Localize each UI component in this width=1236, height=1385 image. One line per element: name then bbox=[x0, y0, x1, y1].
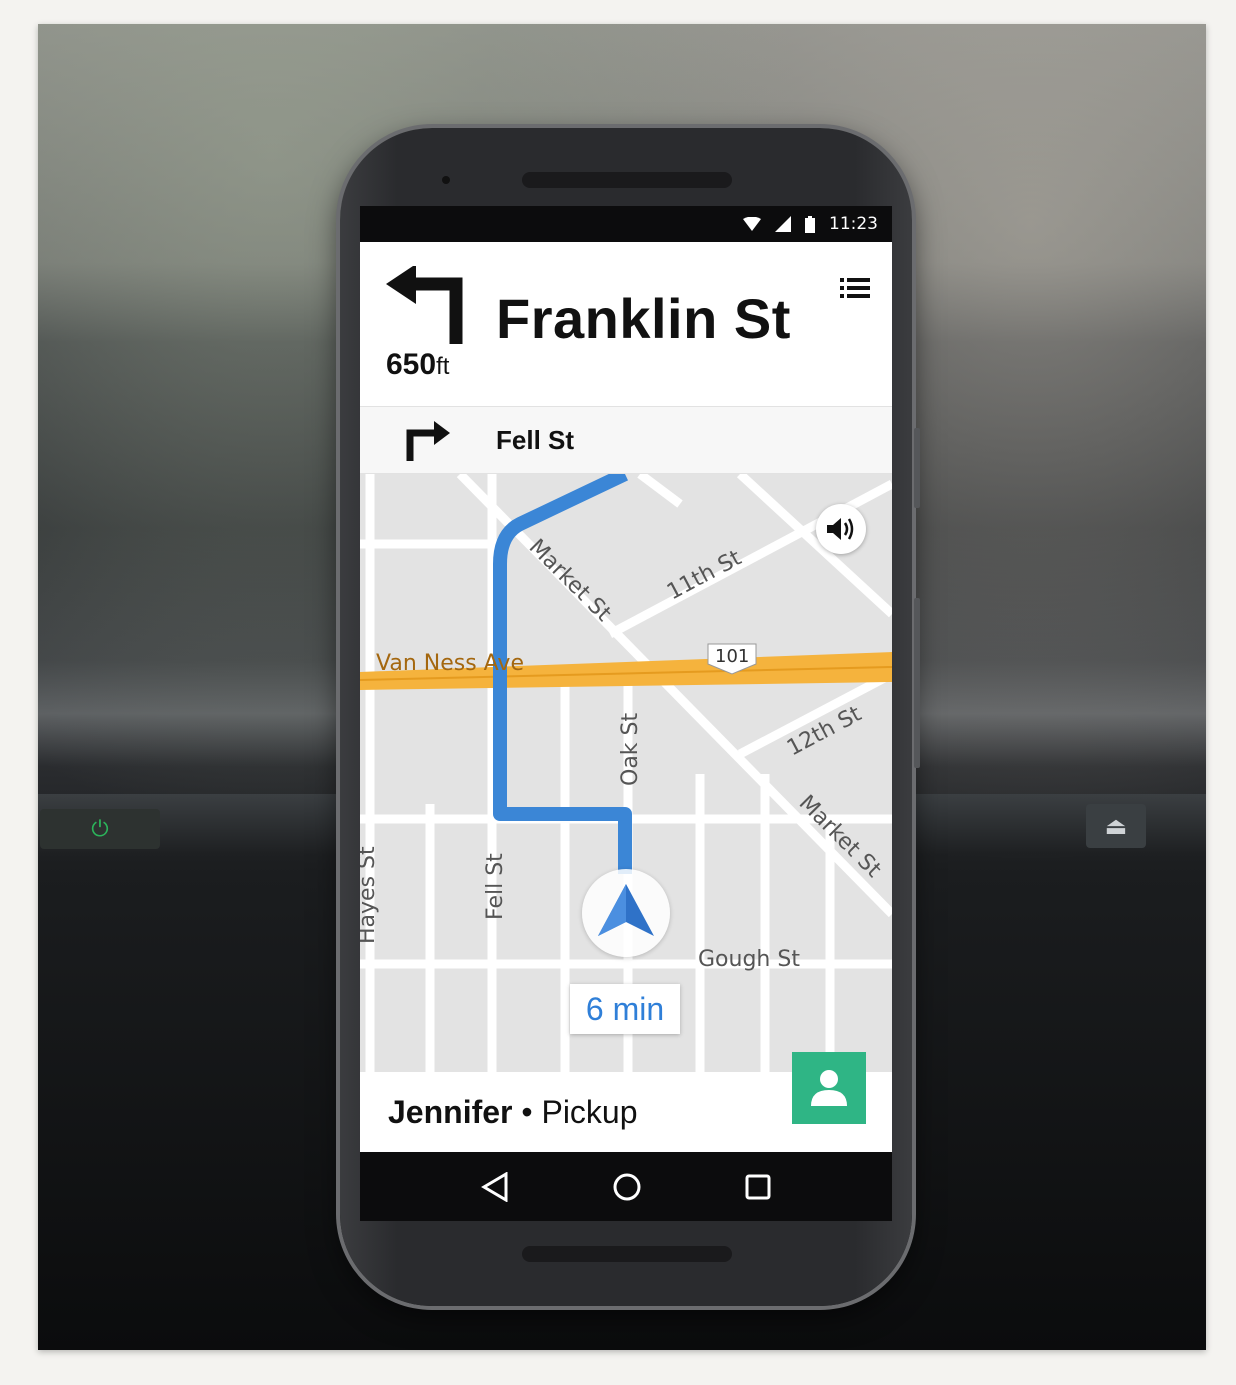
trip-status: Pickup bbox=[541, 1094, 638, 1130]
navigation-header: 650ft Franklin St bbox=[360, 242, 892, 406]
map-view[interactable]: Market St 11th St Van Ness Ave 101 Oak S… bbox=[360, 474, 892, 1072]
navigation-arrow-icon bbox=[598, 884, 654, 942]
eta-badge: 6 min bbox=[570, 984, 680, 1034]
back-icon[interactable] bbox=[481, 1172, 509, 1202]
status-bar: 11:23 bbox=[360, 206, 892, 242]
person-icon bbox=[809, 1066, 849, 1110]
contact-rider-button[interactable] bbox=[792, 1052, 866, 1124]
rider-name: Jennifer bbox=[388, 1094, 513, 1130]
map-label-van-ness: Van Ness Ave bbox=[376, 651, 524, 676]
phone: 11:23 650ft Franklin St Fell St Market S… bbox=[340, 128, 920, 1306]
map-label-11th-st: 11th St bbox=[663, 545, 746, 605]
current-location-marker bbox=[582, 869, 670, 957]
power-key bbox=[914, 428, 920, 508]
android-navigation-bar bbox=[360, 1152, 892, 1221]
rider-info: Jennifer • Pickup bbox=[388, 1094, 638, 1131]
map-label-gough-st: Gough St bbox=[698, 947, 800, 972]
distance-unit: ft bbox=[436, 353, 450, 380]
phone-screen: 11:23 650ft Franklin St Fell St Market S… bbox=[360, 206, 892, 1221]
recents-icon[interactable] bbox=[745, 1174, 771, 1200]
wifi-icon bbox=[743, 217, 761, 231]
turn-distance: 650ft bbox=[386, 348, 449, 382]
next-turn-street: Fell St bbox=[496, 425, 575, 455]
sound-icon[interactable] bbox=[816, 504, 866, 554]
earpiece-speaker bbox=[522, 172, 732, 188]
car-eject-button: ⏏ bbox=[1086, 804, 1146, 848]
rider-separator: • bbox=[521, 1094, 533, 1130]
map-label-101: 101 bbox=[715, 646, 749, 667]
bottom-speaker bbox=[522, 1246, 732, 1262]
battery-icon bbox=[805, 215, 815, 233]
volume-keys bbox=[914, 598, 920, 768]
current-turn-street: Franklin St bbox=[496, 287, 791, 350]
turn-right-icon bbox=[404, 421, 450, 465]
turn-left-icon bbox=[386, 264, 468, 348]
dashboard-vent-right bbox=[906, 794, 1206, 854]
distance-value: 650 bbox=[386, 348, 437, 381]
home-icon[interactable] bbox=[612, 1172, 642, 1202]
trip-info-bar[interactable]: Jennifer • Pickup bbox=[360, 1052, 892, 1152]
car-power-button: ⏻ bbox=[40, 809, 160, 849]
front-camera bbox=[442, 176, 450, 184]
map-canvas: Market St 11th St Van Ness Ave 101 Oak S… bbox=[360, 474, 892, 1072]
map-label-hayes-st: Hayes St bbox=[360, 846, 380, 944]
signal-icon bbox=[775, 216, 791, 232]
map-label-fell-st: Fell St bbox=[483, 853, 508, 920]
status-time: 11:23 bbox=[829, 214, 878, 234]
map-label-oak-st: Oak St bbox=[618, 713, 643, 786]
menu-icon[interactable] bbox=[840, 276, 870, 304]
map-label-market-st-2: Market St bbox=[794, 791, 886, 883]
next-turn-bar[interactable]: Fell St bbox=[360, 406, 892, 474]
map-label-market-st-1: Market St bbox=[524, 535, 616, 627]
